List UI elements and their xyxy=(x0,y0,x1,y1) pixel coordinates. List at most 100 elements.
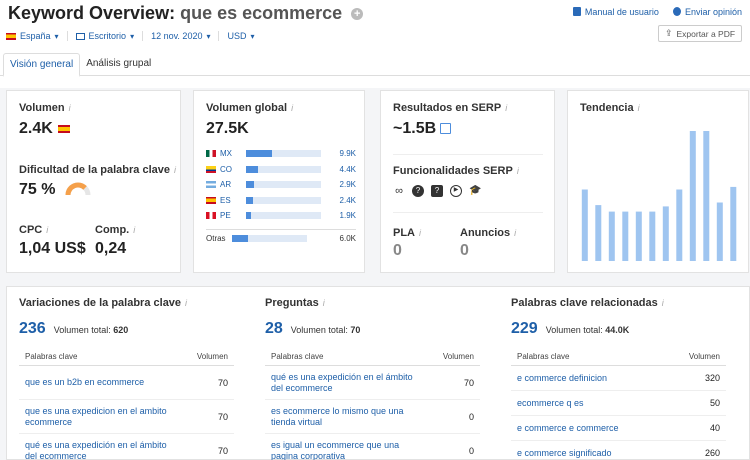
manual-link[interactable]: Manual de usuario xyxy=(572,7,659,17)
knowledge-icon[interactable]: 🎓 xyxy=(469,185,481,197)
info-icon[interactable]: i xyxy=(185,298,187,308)
tab-group-analysis[interactable]: Análisis grupal xyxy=(80,53,157,77)
info-icon[interactable]: i xyxy=(323,298,325,308)
device-label: Escritorio xyxy=(88,31,127,41)
country-bar-fill xyxy=(246,212,252,219)
info-icon[interactable]: i xyxy=(419,228,421,238)
col-keyword: Palabras clave xyxy=(25,352,78,361)
global-volume-label-text: Volumen global xyxy=(206,102,288,114)
country-row[interactable]: AR 2.9K xyxy=(206,180,356,189)
ads-label-text: Anuncios xyxy=(460,227,511,239)
volume-value: 70 xyxy=(217,377,228,388)
info-icon[interactable]: i xyxy=(69,103,71,113)
total-value: 44.0K xyxy=(605,325,630,335)
trend-card: Tendencia i xyxy=(567,90,749,273)
export-pdf-button[interactable]: ⇪ Exportar a PDF xyxy=(658,25,742,42)
volume-label-text: Volumen xyxy=(19,102,65,114)
col-volume: Volumen xyxy=(688,352,720,361)
keyword-link[interactable]: e commerce e commerce xyxy=(517,423,667,434)
variations-column: Variaciones de la palabra clave i 236 Volum… xyxy=(19,297,234,460)
country-code: PE xyxy=(220,211,231,220)
country-row[interactable]: PE 1.9K xyxy=(206,211,356,220)
info-icon[interactable]: i xyxy=(174,165,176,175)
faq-icon[interactable]: ? xyxy=(431,185,443,197)
trend-bar[interactable] xyxy=(649,211,656,261)
country-row[interactable]: ES 2.4K xyxy=(206,196,356,205)
es-flag-icon xyxy=(206,196,216,204)
link-icon[interactable]: ∞ xyxy=(393,185,405,197)
info-icon[interactable]: i xyxy=(505,103,507,113)
trend-bar[interactable] xyxy=(662,206,669,261)
country-code: CO xyxy=(220,164,232,174)
serp-feature-icons: ∞ ? ? ▶ 🎓 xyxy=(393,185,481,197)
keyword-link[interactable]: e commerce definicion xyxy=(517,373,667,384)
col-volume: Volumen xyxy=(442,352,474,361)
questions-label: Preguntas i xyxy=(265,297,480,309)
table-row: e commerce e commerce 40 xyxy=(511,416,726,441)
country-row[interactable]: MX 9.9K xyxy=(206,149,356,158)
trend-bar[interactable] xyxy=(730,186,737,261)
country-bar xyxy=(246,165,321,173)
other-value: 6.0K xyxy=(339,234,356,243)
tab-overview[interactable]: Visión general xyxy=(3,53,81,77)
table-header: Palabras clave Volumen xyxy=(19,348,234,366)
keyword-link[interactable]: es ecommerce lo mismo que una tienda vir… xyxy=(271,406,421,428)
keyword-link[interactable]: qué es una expedición en el ámbito del e… xyxy=(25,440,175,460)
divider xyxy=(393,212,543,213)
country-row[interactable]: CO 4.4K xyxy=(206,165,356,174)
keyword-link[interactable]: ecommerce q es xyxy=(517,398,667,409)
info-icon[interactable]: i xyxy=(133,225,135,235)
trend-bar[interactable] xyxy=(581,189,588,262)
variations-count[interactable]: 236 xyxy=(19,320,46,338)
volume-value: 70 xyxy=(463,377,474,388)
country-value: 2.9K xyxy=(339,180,356,189)
trend-bar[interactable] xyxy=(622,211,629,261)
date-label: 12 nov. 2020 xyxy=(151,31,203,41)
device-select[interactable]: Escritorio ▾ xyxy=(75,31,144,41)
country-bar-fill xyxy=(246,150,273,157)
serp-snapshot-icon[interactable] xyxy=(440,123,452,134)
currency-select[interactable]: USD ▾ xyxy=(227,31,262,41)
info-icon[interactable]: i xyxy=(517,166,519,176)
info-icon[interactable]: i xyxy=(662,298,664,308)
questions-column: Preguntas i 28 Volumen total: 70 Palabras cl… xyxy=(265,297,480,460)
chevron-down-icon: ▾ xyxy=(130,31,135,41)
info-icon[interactable]: i xyxy=(291,103,293,113)
trend-bar[interactable] xyxy=(635,211,642,261)
feedback-link[interactable]: Enviar opinión xyxy=(672,7,742,17)
country-select[interactable]: España ▾ xyxy=(6,31,68,41)
table-row: ecommerce q es 50 xyxy=(511,391,726,416)
trend-bar[interactable] xyxy=(608,211,615,261)
country-bar-fill xyxy=(246,181,255,188)
trend-bar[interactable] xyxy=(703,131,710,261)
keyword-link[interactable]: que es una expedicion en el ambito ecomm… xyxy=(25,406,175,428)
country-row-other[interactable]: Otras 6.0K xyxy=(206,234,356,243)
trend-label: Tendencia i xyxy=(580,102,640,114)
trend-bar[interactable] xyxy=(689,131,696,261)
col-keyword: Palabras clave xyxy=(517,352,570,361)
info-icon[interactable]: i xyxy=(638,103,640,113)
global-volume-value: 27.5K xyxy=(206,120,249,137)
trend-bar[interactable] xyxy=(716,202,723,262)
related-count[interactable]: 229 xyxy=(511,320,538,338)
ads-value: 0 xyxy=(460,242,469,259)
add-icon[interactable]: + xyxy=(351,8,364,21)
keyword-link[interactable]: qué es una expedición en el ámbito del e… xyxy=(271,372,421,394)
questions-count[interactable]: 28 xyxy=(265,320,283,338)
date-select[interactable]: 12 nov. 2020 ▾ xyxy=(151,31,220,41)
total-value: 620 xyxy=(113,325,129,335)
question-icon[interactable]: ? xyxy=(412,185,424,197)
desktop-icon xyxy=(75,32,85,40)
info-icon[interactable]: i xyxy=(514,228,516,238)
country-code: MX xyxy=(220,149,232,158)
trend-bar[interactable] xyxy=(676,189,683,262)
video-icon[interactable]: ▶ xyxy=(450,185,462,197)
volume-value: 320 xyxy=(704,373,720,383)
keyword-link[interactable]: es igual un ecommerce que una pagina cor… xyxy=(271,440,421,460)
kd-gauge-icon xyxy=(65,182,91,196)
keyword-link[interactable]: e commerce significado xyxy=(517,448,667,459)
trend-bar[interactable] xyxy=(595,205,602,261)
info-icon[interactable]: i xyxy=(46,225,48,235)
keyword-link[interactable]: que es un b2b en ecommerce xyxy=(25,377,175,388)
volume-value: 70 xyxy=(217,445,228,456)
